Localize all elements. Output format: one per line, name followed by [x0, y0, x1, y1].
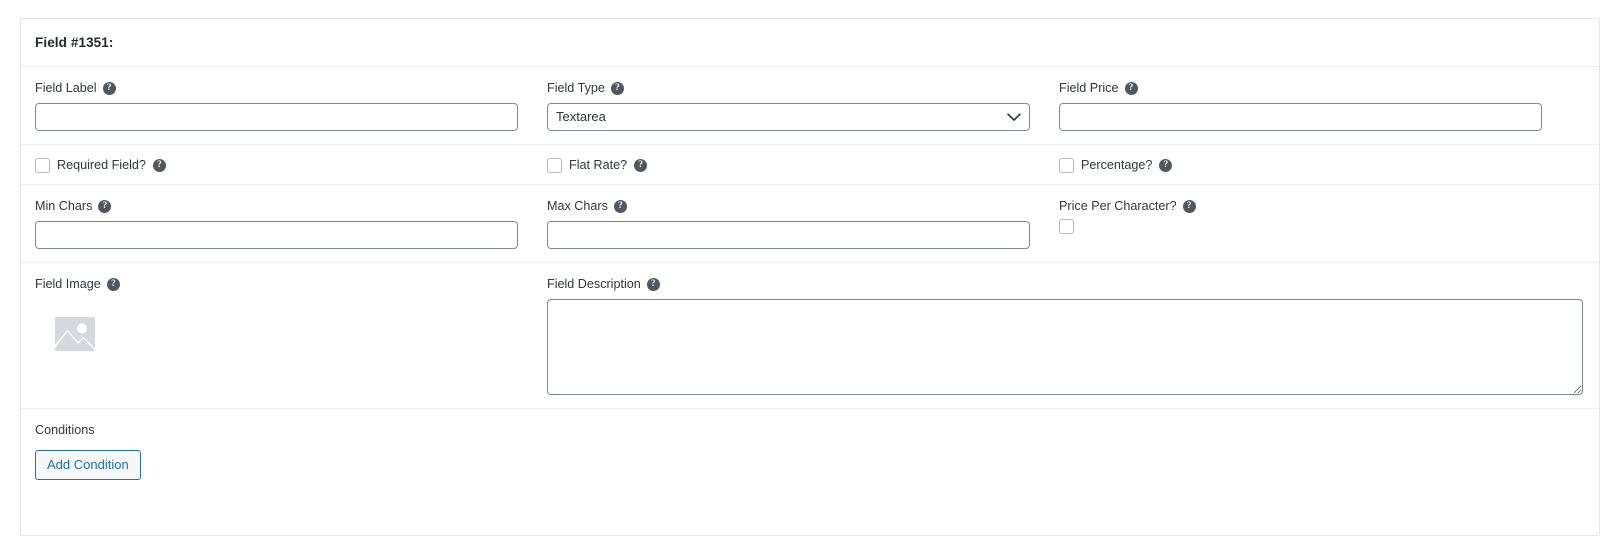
help-circle-icon[interactable]: ? — [1159, 158, 1173, 172]
help-circle-icon[interactable]: ? — [102, 82, 116, 95]
max-chars-input[interactable] — [547, 221, 1030, 249]
field-price-input-wrap — [1059, 103, 1542, 131]
card-header: Field #1351: — [21, 19, 1599, 67]
min-chars-input[interactable] — [35, 221, 518, 249]
max-chars-text: Max Chars — [547, 199, 608, 213]
row-checkboxes: Required Field? ? Flat Rate? ? Percentag… — [21, 145, 1599, 185]
min-chars-group: Min Chars ? — [35, 185, 547, 262]
field-label-label: Field Label ? — [35, 81, 547, 96]
help-circle-icon[interactable]: ? — [98, 200, 112, 213]
percentage-checkbox[interactable] — [1059, 157, 1074, 173]
field-label-input-wrap — [35, 103, 518, 131]
image-placeholder-icon[interactable] — [53, 312, 97, 356]
field-settings-page: Field #1351: Field Label ? Field Type ? — [0, 0, 1614, 554]
field-settings-card: Field #1351: Field Label ? Field Type ? — [20, 18, 1600, 536]
field-price-group: Field Price ? — [1059, 67, 1585, 144]
flat-rate-label: Flat Rate? — [569, 158, 628, 172]
field-price-text: Field Price — [1059, 81, 1119, 95]
help-circle-icon[interactable]: ? — [152, 158, 166, 172]
row-chars: Min Chars ? Max Chars ? Price Per Charac… — [21, 185, 1599, 263]
field-description-textarea-wrap — [547, 299, 1585, 395]
help-circle-icon[interactable]: ? — [634, 158, 648, 172]
help-circle-icon[interactable]: ? — [106, 278, 120, 291]
field-price-input[interactable] — [1059, 103, 1542, 131]
help-circle-icon[interactable]: ? — [613, 200, 627, 213]
flat-rate-checkbox[interactable] — [547, 157, 562, 173]
price-per-character-text: Price Per Character? — [1059, 199, 1177, 213]
field-type-text: Field Type — [547, 81, 605, 95]
field-image-label: Field Image ? — [35, 277, 547, 292]
field-type-select-wrap: Textarea — [547, 103, 1030, 131]
field-label-text: Field Label — [35, 81, 97, 95]
help-circle-icon[interactable]: ? — [646, 278, 660, 291]
field-type-group: Field Type ? Textarea — [547, 67, 1059, 144]
required-field-checkbox-row[interactable]: Required Field? ? — [35, 157, 547, 173]
field-image-text: Field Image — [35, 277, 101, 291]
field-description-group: Field Description ? — [547, 263, 1585, 408]
price-per-character-label: Price Per Character? ? — [1059, 199, 1585, 214]
max-chars-label: Max Chars ? — [547, 199, 1059, 214]
percentage-label: Percentage? — [1081, 158, 1153, 172]
help-circle-icon[interactable]: ? — [1124, 82, 1138, 95]
row-label-type-price: Field Label ? Field Type ? Textarea Fiel… — [21, 67, 1599, 145]
field-image-group: Field Image ? — [35, 263, 547, 374]
flat-rate-checkbox-row[interactable]: Flat Rate? ? — [547, 157, 1059, 173]
help-circle-icon[interactable]: ? — [1182, 200, 1196, 213]
percentage-group: Percentage? ? — [1059, 145, 1585, 184]
flat-rate-group: Flat Rate? ? — [547, 145, 1059, 184]
field-price-label: Field Price ? — [1059, 81, 1585, 96]
field-image-upload-area[interactable] — [35, 299, 547, 361]
required-field-group: Required Field? ? — [35, 145, 547, 184]
field-type-label: Field Type ? — [547, 81, 1059, 96]
percentage-checkbox-row[interactable]: Percentage? ? — [1059, 157, 1585, 173]
field-label-input[interactable] — [35, 103, 518, 131]
row-image-description: Field Image ? Field Description ? — [21, 263, 1599, 409]
add-condition-button[interactable]: Add Condition — [35, 450, 141, 480]
required-field-label: Required Field? — [57, 158, 146, 172]
field-description-textarea[interactable] — [547, 299, 1583, 395]
max-chars-group: Max Chars ? — [547, 185, 1059, 262]
min-chars-text: Min Chars — [35, 199, 93, 213]
field-label-group: Field Label ? — [35, 67, 547, 144]
price-per-character-group: Price Per Character? ? — [1059, 185, 1585, 252]
required-field-checkbox[interactable] — [35, 157, 50, 173]
field-description-label: Field Description ? — [547, 277, 1585, 292]
conditions-section: Conditions Add Condition — [21, 409, 1599, 480]
price-per-character-checkbox[interactable] — [1059, 219, 1074, 234]
min-chars-label: Min Chars ? — [35, 199, 547, 214]
field-type-select[interactable]: Textarea — [547, 103, 1030, 131]
max-chars-input-wrap — [547, 221, 1030, 249]
conditions-label: Conditions — [35, 423, 95, 437]
page-title: Field #1351: — [35, 35, 114, 50]
help-circle-icon[interactable]: ? — [610, 82, 624, 95]
min-chars-input-wrap — [35, 221, 518, 249]
field-description-text: Field Description — [547, 277, 641, 291]
